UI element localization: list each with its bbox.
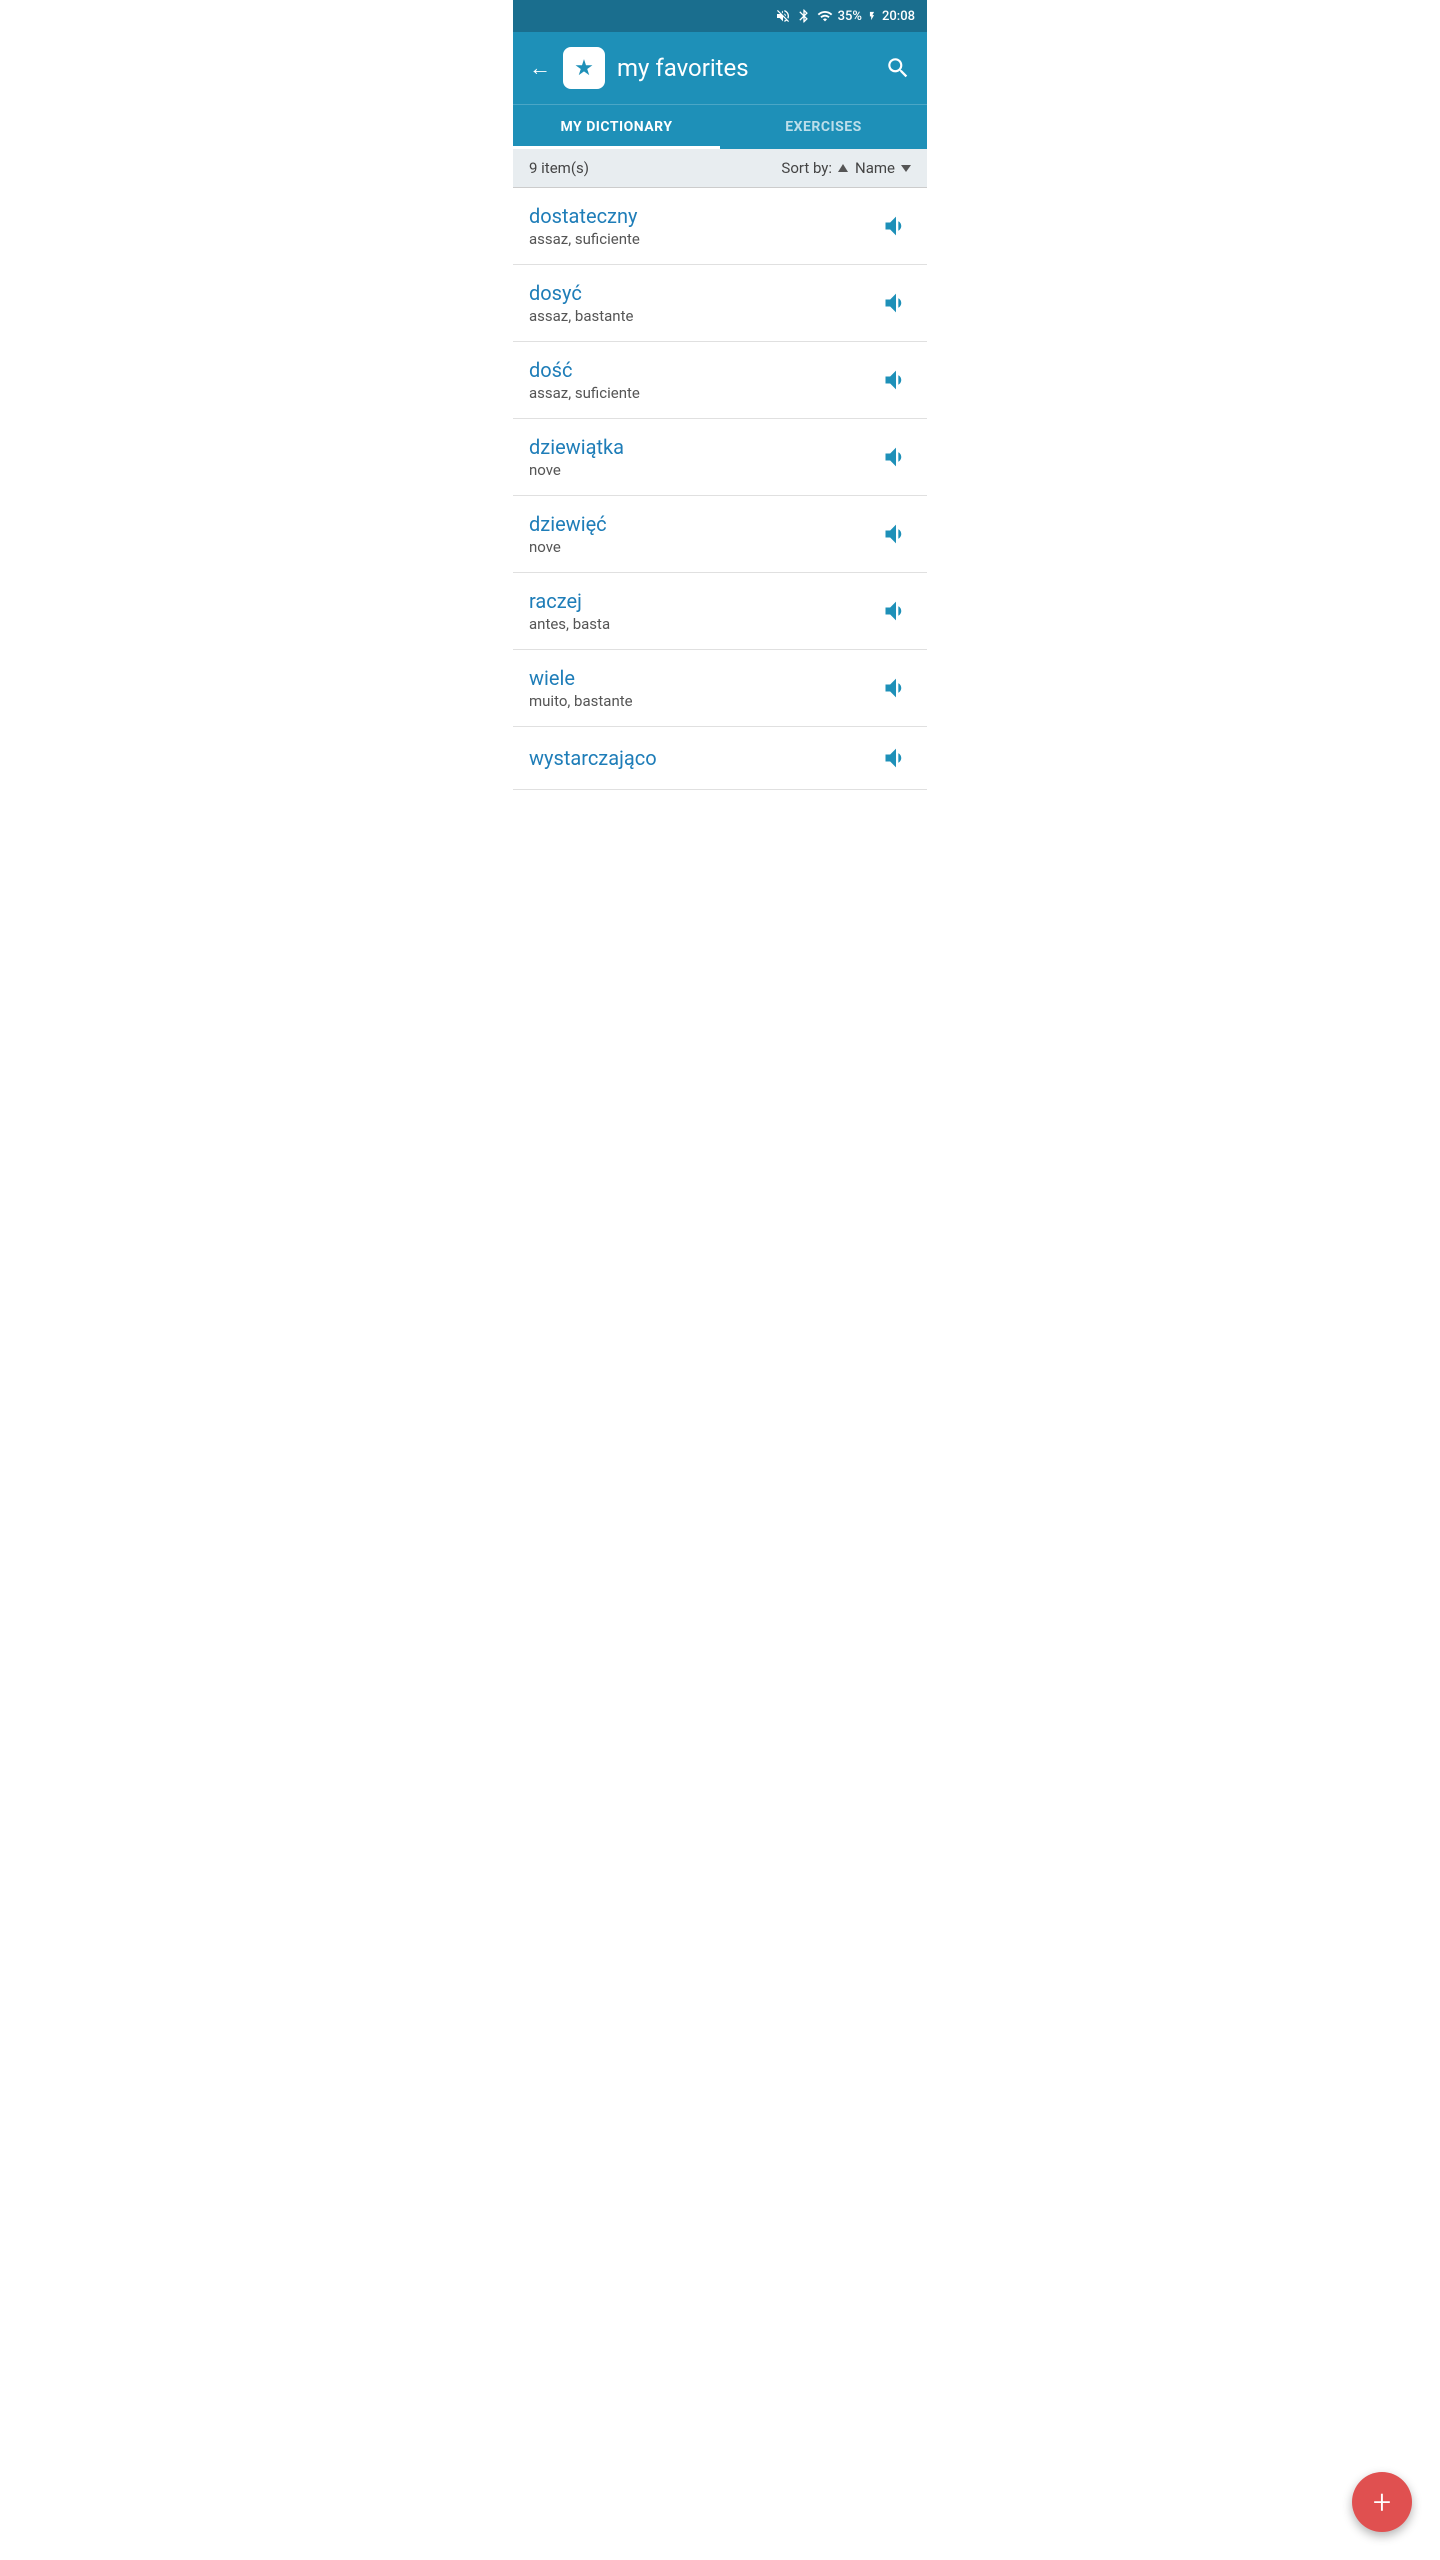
favorites-folder-icon: ★ — [563, 47, 605, 89]
tabs: MY DICTIONARY EXERCISES — [513, 104, 927, 149]
charging-icon — [867, 8, 877, 24]
speaker-icon — [882, 744, 910, 772]
battery-text: 35% — [838, 9, 862, 24]
audio-button[interactable] — [881, 288, 911, 318]
speaker-icon — [882, 212, 910, 240]
dictionary-list: dostateczny assaz, suficiente dosyć assaz,… — [513, 188, 927, 790]
sort-selector[interactable]: Name — [838, 159, 911, 177]
word-text: wystarczająco — [529, 746, 881, 770]
item-count: 9 item(s) — [529, 159, 781, 177]
star-icon: ★ — [574, 56, 594, 81]
word-text: dosyć — [529, 281, 881, 305]
sort-by-label: Sort by: — [781, 159, 832, 177]
time-text: 20:08 — [882, 9, 915, 24]
audio-button[interactable] — [881, 596, 911, 626]
search-icon[interactable] — [885, 55, 911, 81]
speaker-icon — [882, 674, 910, 702]
list-item[interactable]: raczej antes, basta — [513, 573, 927, 650]
sort-bar: 9 item(s) Sort by: Name — [513, 149, 927, 188]
list-item[interactable]: dość assaz, suficiente — [513, 342, 927, 419]
translation-text: assaz, suficiente — [529, 230, 881, 248]
word-text: dostateczny — [529, 204, 881, 228]
page-title: my favorites — [617, 54, 873, 82]
list-item[interactable]: dziewiątka nove — [513, 419, 927, 496]
audio-button[interactable] — [881, 519, 911, 549]
translation-text: nove — [529, 461, 881, 479]
status-icons: 35% 20:08 — [775, 8, 915, 24]
sort-asc-icon — [838, 164, 848, 172]
status-bar: 35% 20:08 — [513, 0, 927, 32]
signal-icon — [817, 8, 833, 24]
sort-dropdown-icon — [901, 165, 911, 172]
bluetooth-icon — [796, 8, 812, 24]
list-item[interactable]: dosyć assaz, bastante — [513, 265, 927, 342]
translation-text: muito, bastante — [529, 692, 881, 710]
translation-text: nove — [529, 538, 881, 556]
speaker-icon — [882, 443, 910, 471]
tab-exercises[interactable]: EXERCISES — [720, 105, 927, 149]
list-item[interactable]: wystarczająco — [513, 727, 927, 790]
word-text: dziewięć — [529, 512, 881, 536]
audio-button[interactable] — [881, 743, 911, 773]
word-text: raczej — [529, 589, 881, 613]
speaker-icon — [882, 289, 910, 317]
translation-text: assaz, bastante — [529, 307, 881, 325]
add-button[interactable]: + — [1352, 2472, 1412, 2532]
word-text: wiele — [529, 666, 881, 690]
audio-button[interactable] — [881, 442, 911, 472]
list-item[interactable]: dostateczny assaz, suficiente — [513, 188, 927, 265]
translation-text: antes, basta — [529, 615, 881, 633]
translation-text: assaz, suficiente — [529, 384, 881, 402]
speaker-icon — [882, 520, 910, 548]
back-button[interactable]: ← — [529, 55, 551, 81]
list-item[interactable]: dziewięć nove — [513, 496, 927, 573]
list-item[interactable]: wiele muito, bastante — [513, 650, 927, 727]
sort-field: Name — [855, 159, 895, 177]
header: ← ★ my favorites — [513, 32, 927, 104]
audio-button[interactable] — [881, 365, 911, 395]
word-text: dość — [529, 358, 881, 382]
audio-button[interactable] — [881, 211, 911, 241]
speaker-icon — [882, 597, 910, 625]
speaker-icon — [882, 366, 910, 394]
tab-my-dictionary[interactable]: MY DICTIONARY — [513, 105, 720, 149]
audio-button[interactable] — [881, 673, 911, 703]
word-text: dziewiątka — [529, 435, 881, 459]
mute-icon — [775, 8, 791, 24]
add-icon: + — [1373, 2486, 1391, 2518]
